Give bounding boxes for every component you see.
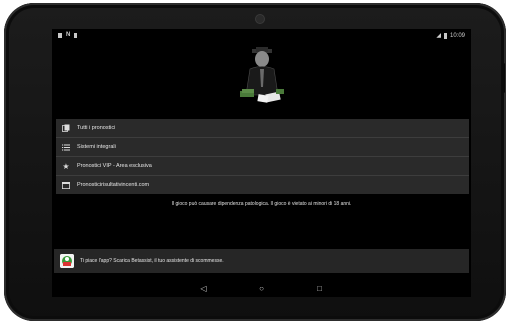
main-menu: Tutti i pronostici Sistemi integrali ★ P… <box>56 119 469 194</box>
betassist-banner[interactable]: Ti piace l'app? Scarica Betassist, il tu… <box>54 249 469 273</box>
web-icon <box>61 180 71 190</box>
menu-item-pronostici-vip[interactable]: ★ Pronostici VIP - Area esclusiva <box>56 157 469 176</box>
menu-item-tutti-pronostici[interactable]: Tutti i pronostici <box>56 119 469 138</box>
status-bar: N ◢ 10:09 <box>52 29 471 43</box>
gambler-illustration <box>240 47 284 103</box>
menu-item-label: Pronostici VIP - Area esclusiva <box>77 163 152 169</box>
back-icon[interactable]: ◁ <box>198 284 210 293</box>
front-camera <box>256 15 264 23</box>
recents-icon[interactable]: □ <box>314 284 326 293</box>
banner-text: Ti piace l'app? Scarica Betassist, il tu… <box>80 258 224 264</box>
menu-item-website[interactable]: Pronosticirisultativincenti.com <box>56 176 469 194</box>
screen-icon <box>58 32 62 38</box>
list-icon <box>61 142 71 152</box>
battery-icon <box>443 32 447 39</box>
home-icon[interactable]: ○ <box>256 284 268 293</box>
notification-icon <box>74 32 78 38</box>
status-time: 10:09 <box>449 32 465 39</box>
tablet-frame: N ◢ 10:09 Tutti i pronostici Sistemi int… <box>4 3 506 321</box>
menu-item-sistemi-integrali[interactable]: Sistemi integrali <box>56 138 469 157</box>
betassist-app-icon <box>60 254 74 268</box>
menu-item-label: Sistemi integrali <box>77 144 116 150</box>
pages-icon <box>61 123 71 133</box>
menu-item-label: Pronosticirisultativincenti.com <box>77 182 150 188</box>
volume-button <box>502 63 505 93</box>
navigation-bar: ◁ ○ □ <box>52 281 471 295</box>
signal-off-icon: ◢ <box>436 33 441 39</box>
menu-item-label: Tutti i pronostici <box>77 125 116 131</box>
gambling-disclaimer: Il gioco può causare dipendenza patologi… <box>171 201 352 207</box>
star-icon: ★ <box>62 161 70 171</box>
screen: N ◢ 10:09 Tutti i pronostici Sistemi int… <box>52 29 471 297</box>
n-icon: N <box>66 32 71 38</box>
